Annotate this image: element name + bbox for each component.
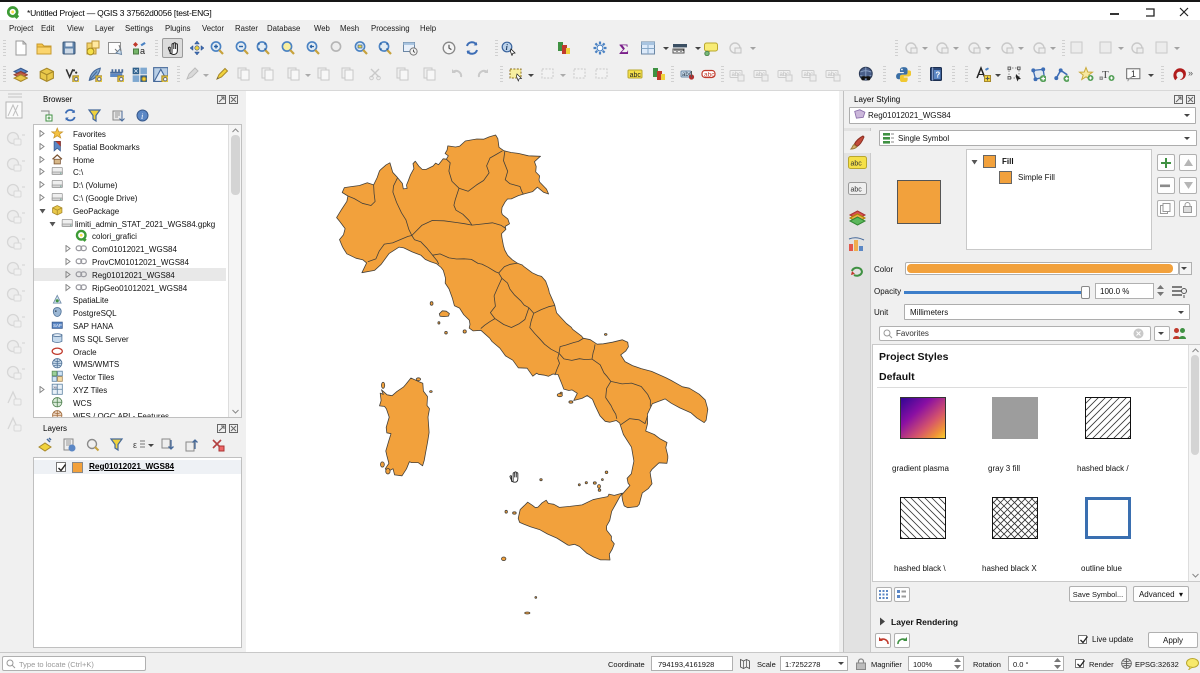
svg-text:abc: abc	[851, 161, 863, 168]
svg-text:SAP: SAP	[53, 323, 62, 328]
svg-text:ε: ε	[133, 440, 137, 450]
svg-text:a: a	[140, 46, 145, 56]
svg-text:Σ: Σ	[619, 42, 629, 56]
svg-text:xy: xy	[53, 385, 57, 389]
svg-text:T: T	[1102, 69, 1109, 81]
svg-text:abc: abc	[630, 72, 642, 79]
svg-text:abc: abc	[851, 187, 863, 194]
svg-text:abc: abc	[704, 71, 715, 78]
svg-text:?: ?	[935, 71, 940, 80]
